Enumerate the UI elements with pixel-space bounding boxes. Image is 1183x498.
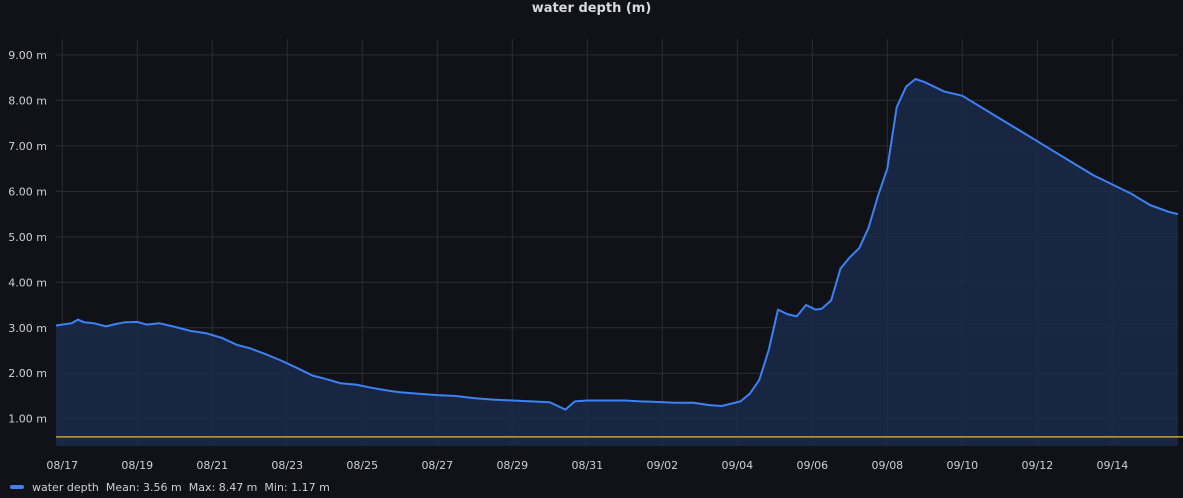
y-tick-label: 4.00 m xyxy=(8,276,47,289)
legend-swatch xyxy=(10,485,24,489)
legend-mean: Mean: 3.56 m xyxy=(105,480,182,494)
y-tick-label: 1.00 m xyxy=(8,413,47,426)
x-tick-label: 09/14 xyxy=(1097,459,1129,472)
x-tick-label: 08/21 xyxy=(196,459,228,472)
x-tick-label: 08/27 xyxy=(421,459,453,472)
y-tick-label: 2.00 m xyxy=(8,367,47,380)
x-axis: 08/17 08/19 08/21 08/23 08/25 08/27 08/29 08/31… xyxy=(46,459,1128,472)
series-area-fill xyxy=(56,79,1178,446)
x-tick-label: 08/31 xyxy=(571,459,603,472)
x-tick-label: 08/25 xyxy=(346,459,378,472)
x-tick-label: 08/17 xyxy=(46,459,78,472)
x-tick-label: 09/06 xyxy=(796,459,828,472)
x-tick-label: 08/23 xyxy=(271,459,303,472)
x-tick-label: 08/29 xyxy=(496,459,528,472)
legend-series-name[interactable]: water depth xyxy=(32,481,99,494)
x-tick-label: 09/08 xyxy=(871,459,903,472)
y-tick-label: 6.00 m xyxy=(8,185,47,198)
x-tick-label: 09/02 xyxy=(646,459,678,472)
x-tick-label: 09/10 xyxy=(946,459,978,472)
y-tick-label: 3.00 m xyxy=(8,322,47,335)
x-tick-label: 09/12 xyxy=(1022,459,1054,472)
series-layer xyxy=(55,78,1179,446)
x-tick-label: 08/19 xyxy=(121,459,153,472)
legend[interactable]: water depth Mean: 3.56 m Max: 8.47 m Min… xyxy=(10,478,330,496)
y-tick-label: 7.00 m xyxy=(8,140,47,153)
y-tick-label: 8.00 m xyxy=(8,94,47,107)
x-tick-label: 09/04 xyxy=(721,459,753,472)
chart-area[interactable]: 1.00 m 2.00 m 3.00 m 4.00 m 5.00 m 6.00 m 7.00… xyxy=(0,0,1183,478)
y-tick-label: 9.00 m xyxy=(8,49,47,62)
legend-max: Max: 8.47 m xyxy=(188,480,258,494)
y-axis: 1.00 m 2.00 m 3.00 m 4.00 m 5.00 m 6.00 m 7.00… xyxy=(8,49,47,426)
y-tick-label: 5.00 m xyxy=(8,231,47,244)
legend-min: Min: 1.17 m xyxy=(264,480,330,494)
